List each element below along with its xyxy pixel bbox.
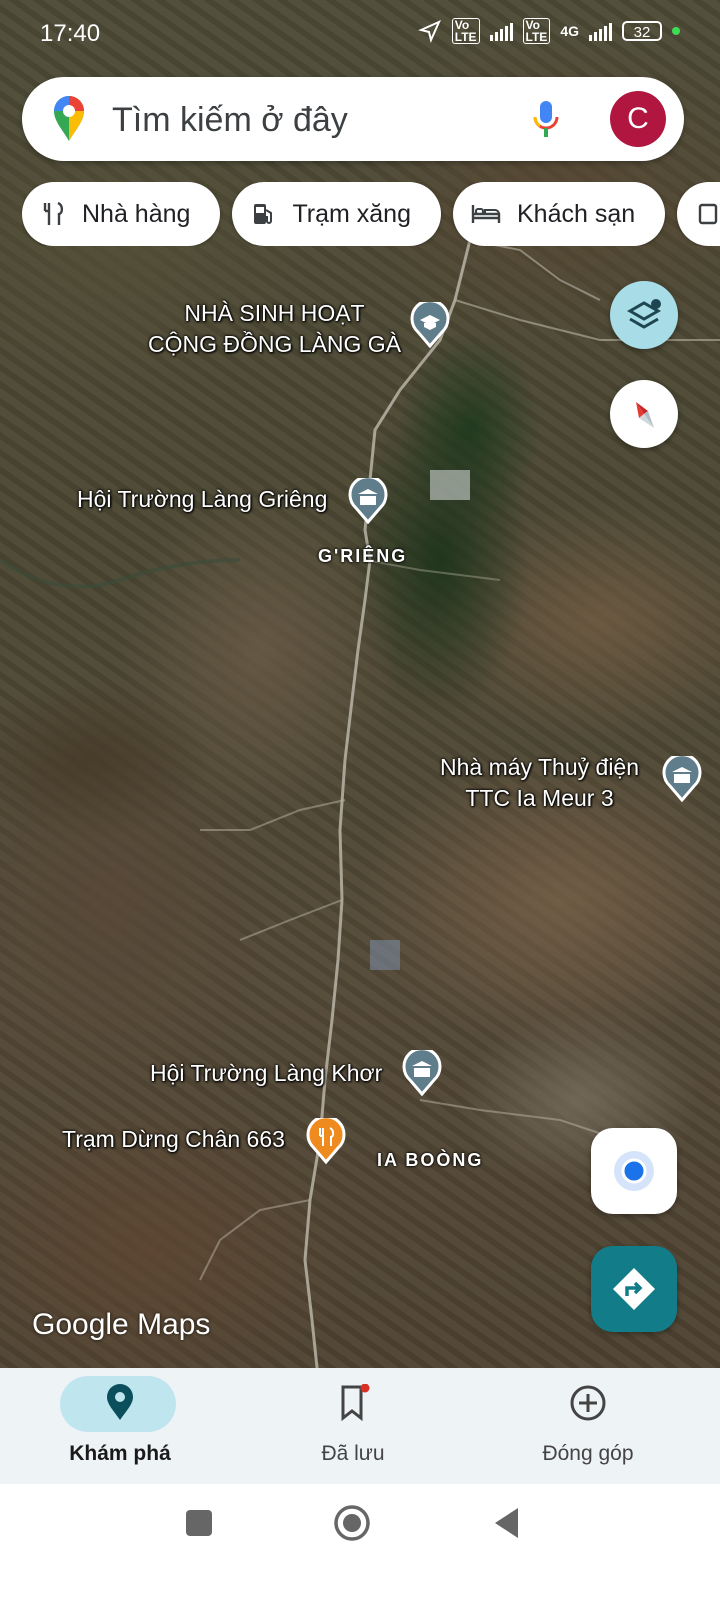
signal-icon-2	[589, 21, 612, 41]
avatar[interactable]: C	[610, 91, 666, 147]
microphone-icon[interactable]	[532, 99, 560, 139]
area-label-ia-boong: IA BOÒNG	[377, 1150, 484, 1170]
status-icons: Vo LTE Vo LTE 4G 32	[417, 18, 680, 44]
more-category-icon	[697, 201, 719, 227]
battery-icon: 32	[622, 21, 662, 41]
chip-label: Khách sạn	[517, 199, 636, 228]
add-circle-icon	[570, 1385, 606, 1421]
building-pin-icon[interactable]	[348, 478, 388, 524]
google-maps-logo: Google Maps	[32, 1308, 211, 1341]
compass-button[interactable]	[610, 380, 678, 448]
recents-icon[interactable]	[184, 1508, 214, 1538]
compass-icon	[636, 402, 654, 428]
tab-label: Khám phá	[69, 1442, 171, 1465]
chip-gas-stations[interactable]: Trạm xăng	[232, 182, 441, 246]
category-chips: Nhà hàng Trạm xăng Khách sạn	[22, 182, 720, 246]
chip-restaurants[interactable]: Nhà hàng	[22, 182, 221, 246]
poi-label-hydropower[interactable]: Nhà máy Thuỷ điện TTC Ia Meur 3	[440, 752, 639, 814]
tab-explore[interactable]: Khám phá	[0, 1368, 240, 1484]
google-maps-pin-icon	[54, 96, 84, 141]
tab-label: Đóng góp	[542, 1442, 634, 1465]
network-type: 4G	[560, 23, 579, 39]
chip-label: Nhà hàng	[82, 199, 191, 228]
restaurant-icon	[40, 201, 66, 227]
directions-icon	[613, 1268, 655, 1310]
poi-label-community-house[interactable]: NHÀ SINH HOẠT CỘNG ĐỒNG LÀNG GÀ	[148, 298, 401, 360]
layers-icon	[626, 299, 662, 329]
chip-label: Trạm xăng	[292, 199, 411, 228]
status-bar: 17:40 Vo LTE Vo LTE 4G 32	[0, 0, 720, 66]
bookmark-icon	[341, 1384, 370, 1422]
tab-label: Đã lưu	[321, 1442, 385, 1465]
location-arrow-icon	[417, 20, 441, 43]
layers-button[interactable]	[610, 281, 678, 349]
back-icon[interactable]	[492, 1506, 522, 1540]
tab-saved[interactable]: Đã lưu	[233, 1368, 473, 1484]
poi-label-hall-khor[interactable]: Hội Trường Làng Khơr	[150, 1060, 382, 1087]
school-pin-icon[interactable]	[410, 302, 450, 348]
gas-station-icon	[250, 201, 276, 227]
area-label-grieng: G'RIÊNG	[318, 546, 408, 566]
explore-pin-icon	[107, 1384, 133, 1420]
directions-button[interactable]	[591, 1246, 677, 1332]
battery-level: 32	[633, 24, 651, 41]
restaurant-pin-icon[interactable]	[306, 1118, 346, 1164]
status-time: 17:40	[40, 20, 101, 47]
system-navigation-bar	[0, 1484, 720, 1600]
my-location-icon	[614, 1151, 654, 1191]
volte-icon: Vo LTE	[451, 18, 480, 44]
poi-label-hall-grieng[interactable]: Hội Trường Làng Griêng	[77, 486, 327, 513]
volte-icon-2: Vo LTE	[522, 18, 551, 44]
privacy-dot-icon	[672, 27, 680, 35]
building-pin-icon[interactable]	[662, 756, 702, 802]
chip-more[interactable]	[677, 182, 720, 246]
building-pin-icon[interactable]	[402, 1050, 442, 1096]
tab-contribute[interactable]: Đóng góp	[468, 1368, 708, 1484]
chip-hotels[interactable]: Khách sạn	[453, 182, 666, 246]
my-location-button[interactable]	[591, 1128, 677, 1214]
poi-label-rest-stop[interactable]: Trạm Dừng Chân 663	[62, 1126, 285, 1153]
signal-icon	[489, 21, 513, 41]
search-input[interactable]	[110, 95, 514, 145]
search-bar[interactable]: C	[22, 77, 684, 161]
home-icon[interactable]	[333, 1504, 371, 1542]
bottom-navigation: Khám phá Đã lưu Đóng góp	[0, 1368, 720, 1484]
hotel-icon	[471, 201, 501, 227]
